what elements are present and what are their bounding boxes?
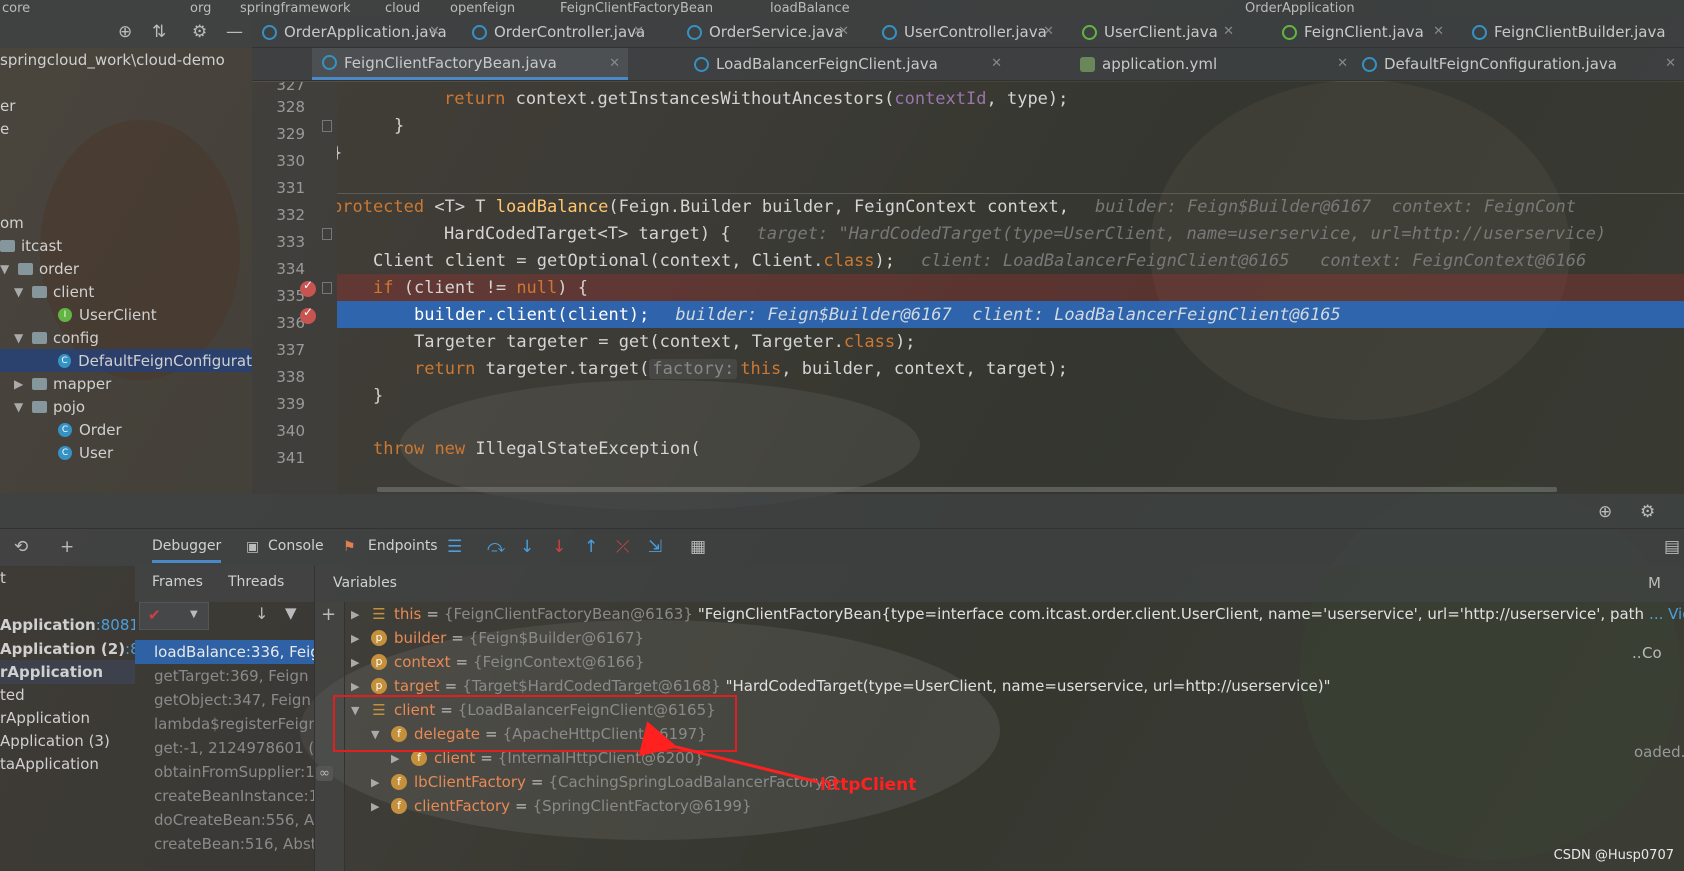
annotation-arrow — [638, 721, 819, 784]
watermark: CSDN @Husp0707 — [1553, 848, 1674, 863]
annotation-label: httpClient — [820, 775, 917, 795]
